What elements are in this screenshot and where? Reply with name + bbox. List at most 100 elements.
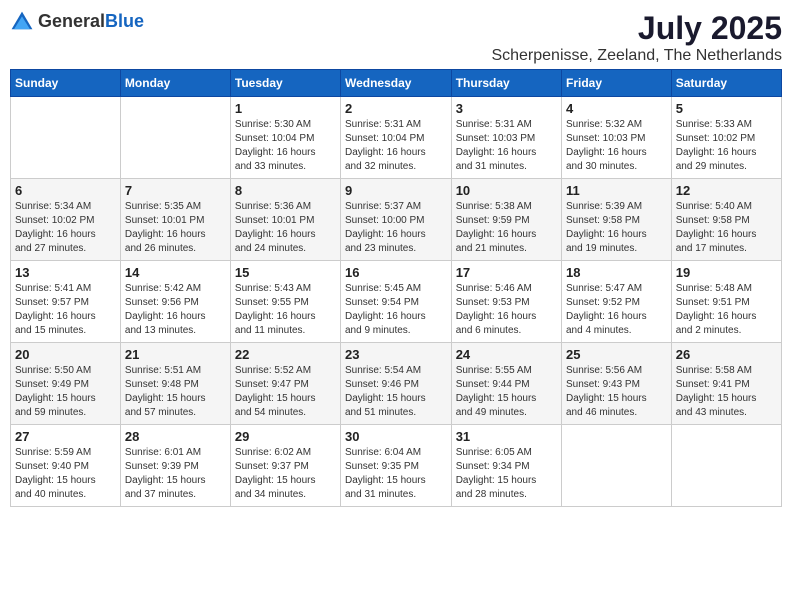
calendar-cell: 6Sunrise: 5:34 AMSunset: 10:02 PMDayligh… (11, 179, 121, 261)
day-number: 20 (15, 347, 116, 362)
calendar-cell (671, 425, 781, 507)
day-number: 27 (15, 429, 116, 444)
day-number: 9 (345, 183, 447, 198)
calendar-cell: 30Sunrise: 6:04 AMSunset: 9:35 PMDayligh… (340, 425, 451, 507)
calendar-cell: 11 Sunrise: 5:39 AMSunset: 9:58 PMDayligh… (561, 179, 671, 261)
calendar-week-1: 1 Sunrise: 5:30 AMSunset: 10:04 PMDayligh… (11, 97, 782, 179)
day-info: Sunrise: 5:39 AMSunset: 9:58 PMDaylight:… (566, 200, 667, 256)
day-info: Sunrise: 5:30 AMSunset: 10:04 PMDaylight… (235, 118, 336, 174)
day-info: Sunrise: 5:34 AMSunset: 10:02 PMDaylight… (15, 200, 116, 256)
day-number: 1 (235, 101, 336, 116)
day-info: Sunrise: 5:58 AMSunset: 9:41 PMDaylight:… (676, 364, 777, 420)
day-info: Sunrise: 5:31 AMSunset: 10:03 PMDaylight… (456, 118, 557, 174)
day-number: 12 (676, 183, 777, 198)
day-number: 28 (125, 429, 226, 444)
calendar-cell: 23Sunrise: 5:54 AMSunset: 9:46 PMDayligh… (340, 343, 451, 425)
header-sunday: Sunday (11, 70, 121, 97)
day-info: Sunrise: 5:33 AMSunset: 10:02 PMDaylight… (676, 118, 777, 174)
calendar-cell: 28 Sunrise: 6:01 AMSunset: 9:39 PMDayligh… (120, 425, 230, 507)
day-number: 26 (676, 347, 777, 362)
day-number: 4 (566, 101, 667, 116)
day-info: Sunrise: 5:56 AMSunset: 9:43 PMDaylight:… (566, 364, 667, 420)
calendar-cell: 27 Sunrise: 5:59 AMSunset: 9:40 PMDayligh… (11, 425, 121, 507)
day-info: Sunrise: 5:38 AMSunset: 9:59 PMDaylight:… (456, 200, 557, 256)
logo-blue: Blue (105, 11, 144, 31)
calendar-cell: 20 Sunrise: 5:50 AMSunset: 9:49 PMDayligh… (11, 343, 121, 425)
calendar-cell: 8 Sunrise: 5:36 AMSunset: 10:01 PMDayligh… (230, 179, 340, 261)
day-info: Sunrise: 5:59 AMSunset: 9:40 PMDaylight:… (15, 446, 116, 502)
day-number: 2 (345, 101, 447, 116)
day-info: Sunrise: 5:42 AMSunset: 9:56 PMDaylight:… (125, 282, 226, 338)
day-number: 7 (125, 183, 226, 198)
calendar-cell: 21 Sunrise: 5:51 AMSunset: 9:48 PMDayligh… (120, 343, 230, 425)
day-number: 24 (456, 347, 557, 362)
calendar-cell: 31Sunrise: 6:05 AMSunset: 9:34 PMDayligh… (451, 425, 561, 507)
day-info: Sunrise: 5:32 AMSunset: 10:03 PMDaylight… (566, 118, 667, 174)
day-info: Sunrise: 5:55 AMSunset: 9:44 PMDaylight:… (456, 364, 557, 420)
day-number: 5 (676, 101, 777, 116)
day-number: 22 (235, 347, 336, 362)
calendar-cell (561, 425, 671, 507)
calendar-cell: 26 Sunrise: 5:58 AMSunset: 9:41 PMDayligh… (671, 343, 781, 425)
day-number: 31 (456, 429, 557, 444)
day-number: 13 (15, 265, 116, 280)
day-number: 15 (235, 265, 336, 280)
calendar-cell: 22 Sunrise: 5:52 AMSunset: 9:47 PMDayligh… (230, 343, 340, 425)
day-info: Sunrise: 5:50 AMSunset: 9:49 PMDaylight:… (15, 364, 116, 420)
calendar-header-row: SundayMondayTuesdayWednesdayThursdayFrid… (11, 70, 782, 97)
day-number: 25 (566, 347, 667, 362)
day-info: Sunrise: 5:41 AMSunset: 9:57 PMDaylight:… (15, 282, 116, 338)
calendar-cell: 1 Sunrise: 5:30 AMSunset: 10:04 PMDayligh… (230, 97, 340, 179)
day-number: 16 (345, 265, 447, 280)
page-header: GeneralBlue July 2025 Scherpenisse, Zeel… (10, 10, 782, 65)
day-info: Sunrise: 5:36 AMSunset: 10:01 PMDaylight… (235, 200, 336, 256)
day-info: Sunrise: 5:40 AMSunset: 9:58 PMDaylight:… (676, 200, 777, 256)
header-wednesday: Wednesday (340, 70, 451, 97)
calendar-cell: 3 Sunrise: 5:31 AMSunset: 10:03 PMDayligh… (451, 97, 561, 179)
calendar-cell: 16 Sunrise: 5:45 AMSunset: 9:54 PMDayligh… (340, 261, 451, 343)
calendar-cell (120, 97, 230, 179)
day-info: Sunrise: 5:52 AMSunset: 9:47 PMDaylight:… (235, 364, 336, 420)
day-number: 8 (235, 183, 336, 198)
calendar-table: SundayMondayTuesdayWednesdayThursdayFrid… (10, 69, 782, 507)
calendar-cell: 2 Sunrise: 5:31 AMSunset: 10:04 PMDayligh… (340, 97, 451, 179)
day-number: 14 (125, 265, 226, 280)
day-info: Sunrise: 6:02 AMSunset: 9:37 PMDaylight:… (235, 446, 336, 502)
calendar-cell: 15 Sunrise: 5:43 AMSunset: 9:55 PMDayligh… (230, 261, 340, 343)
calendar-cell: 29 Sunrise: 6:02 AMSunset: 9:37 PMDayligh… (230, 425, 340, 507)
header-tuesday: Tuesday (230, 70, 340, 97)
day-number: 29 (235, 429, 336, 444)
calendar-week-3: 13 Sunrise: 5:41 AMSunset: 9:57 PMDayligh… (11, 261, 782, 343)
logo-icon (10, 10, 34, 34)
day-info: Sunrise: 5:48 AMSunset: 9:51 PMDaylight:… (676, 282, 777, 338)
day-info: Sunrise: 5:47 AMSunset: 9:52 PMDaylight:… (566, 282, 667, 338)
day-number: 10 (456, 183, 557, 198)
calendar-cell: 5 Sunrise: 5:33 AMSunset: 10:02 PMDayligh… (671, 97, 781, 179)
day-number: 18 (566, 265, 667, 280)
day-info: Sunrise: 5:45 AMSunset: 9:54 PMDaylight:… (345, 282, 447, 338)
calendar-cell: 12 Sunrise: 5:40 AMSunset: 9:58 PMDayligh… (671, 179, 781, 261)
calendar-cell: 4 Sunrise: 5:32 AMSunset: 10:03 PMDayligh… (561, 97, 671, 179)
day-info: Sunrise: 5:46 AMSunset: 9:53 PMDaylight:… (456, 282, 557, 338)
logo: GeneralBlue (10, 10, 144, 34)
calendar-cell: 13 Sunrise: 5:41 AMSunset: 9:57 PMDayligh… (11, 261, 121, 343)
calendar-cell: 14 Sunrise: 5:42 AMSunset: 9:56 PMDayligh… (120, 261, 230, 343)
day-number: 3 (456, 101, 557, 116)
day-info: Sunrise: 6:04 AMSunset: 9:35 PMDaylight:… (345, 446, 447, 502)
day-info: Sunrise: 5:43 AMSunset: 9:55 PMDaylight:… (235, 282, 336, 338)
day-info: Sunrise: 5:31 AMSunset: 10:04 PMDaylight… (345, 118, 447, 174)
day-number: 21 (125, 347, 226, 362)
calendar-cell: 9 Sunrise: 5:37 AMSunset: 10:00 PMDayligh… (340, 179, 451, 261)
day-number: 11 (566, 183, 667, 198)
header-thursday: Thursday (451, 70, 561, 97)
title-section: July 2025 Scherpenisse, Zeeland, The Net… (491, 10, 782, 65)
day-info: Sunrise: 5:35 AMSunset: 10:01 PMDaylight… (125, 200, 226, 256)
calendar-week-2: 6Sunrise: 5:34 AMSunset: 10:02 PMDayligh… (11, 179, 782, 261)
day-info: Sunrise: 5:37 AMSunset: 10:00 PMDaylight… (345, 200, 447, 256)
header-saturday: Saturday (671, 70, 781, 97)
logo-general: General (38, 11, 105, 31)
day-info: Sunrise: 6:01 AMSunset: 9:39 PMDaylight:… (125, 446, 226, 502)
day-info: Sunrise: 5:51 AMSunset: 9:48 PMDaylight:… (125, 364, 226, 420)
calendar-cell: 10 Sunrise: 5:38 AMSunset: 9:59 PMDayligh… (451, 179, 561, 261)
calendar-cell: 18 Sunrise: 5:47 AMSunset: 9:52 PMDayligh… (561, 261, 671, 343)
